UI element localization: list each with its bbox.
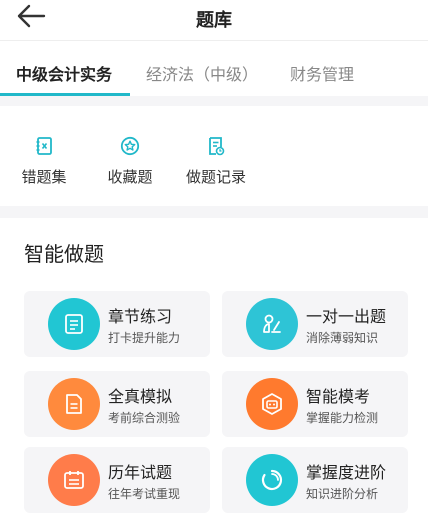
favorites-button[interactable]: 收藏题 <box>90 136 170 187</box>
card-title: 掌握度进阶 <box>306 463 387 482</box>
tab-intermediate-accounting[interactable]: 中级会计实务 <box>16 61 112 85</box>
card-title: 历年试题 <box>108 463 173 482</box>
active-tab-indicator <box>0 93 130 96</box>
section-title: 智能做题 <box>24 242 104 266</box>
person-write-icon <box>246 298 298 350</box>
notebook-x-icon <box>36 137 52 155</box>
practice-records-button[interactable]: 做题记录 <box>176 136 256 187</box>
card-subtitle: 知识进阶分析 <box>306 487 379 501</box>
past-exams-card[interactable]: 历年试题 往年考试重现 <box>24 447 210 513</box>
calendar-icon <box>48 454 100 506</box>
card-title: 章节练习 <box>108 307 173 326</box>
one-on-one-card[interactable]: 一对一出题 消除薄弱知识 <box>222 291 408 357</box>
exam-paper-icon <box>48 378 100 430</box>
practice-records-label: 做题记录 <box>185 168 246 186</box>
smart-mock-exam-card[interactable]: 智能模考 掌握能力检测 <box>222 371 408 437</box>
card-title: 一对一出题 <box>306 307 387 326</box>
tab-financial-management[interactable]: 财务管理 <box>290 61 354 85</box>
full-mock-exam-card[interactable]: 全真模拟 考前综合测验 <box>24 371 210 437</box>
chapter-doc-icon <box>48 298 100 350</box>
subject-tabs: 中级会计实务 经济法（中级） 财务管理 <box>0 40 428 96</box>
quick-actions: 错题集 收藏题 做题记录 <box>0 106 428 206</box>
star-circle-icon <box>120 136 140 156</box>
smart-exam-icon <box>246 378 298 430</box>
card-subtitle: 考前综合测验 <box>108 411 181 425</box>
card-subtitle: 往年考试重现 <box>108 487 181 501</box>
wrong-questions-label: 错题集 <box>21 168 67 186</box>
chapter-practice-card[interactable]: 章节练习 打卡提升能力 <box>24 291 210 357</box>
mastery-progress-card[interactable]: 掌握度进阶 知识进阶分析 <box>222 447 408 513</box>
card-subtitle: 掌握能力检测 <box>306 411 379 425</box>
page-title: 题库 <box>196 10 232 31</box>
card-subtitle: 打卡提升能力 <box>108 331 181 345</box>
favorites-label: 收藏题 <box>107 168 153 186</box>
progress-ring-icon <box>246 454 298 506</box>
card-title: 全真模拟 <box>108 387 173 406</box>
record-doc-icon <box>209 137 225 156</box>
tab-economic-law[interactable]: 经济法（中级） <box>146 61 258 85</box>
wrong-questions-button[interactable]: 错题集 <box>4 136 84 187</box>
card-title: 智能模考 <box>306 387 371 406</box>
smart-practice-section: 智能做题 章节练习 打卡提升能力 一对一出题 消除薄弱知识 全真模拟 考前综合测… <box>0 218 428 532</box>
card-subtitle: 消除薄弱知识 <box>306 331 379 345</box>
top-bar: 题库 <box>0 0 428 40</box>
